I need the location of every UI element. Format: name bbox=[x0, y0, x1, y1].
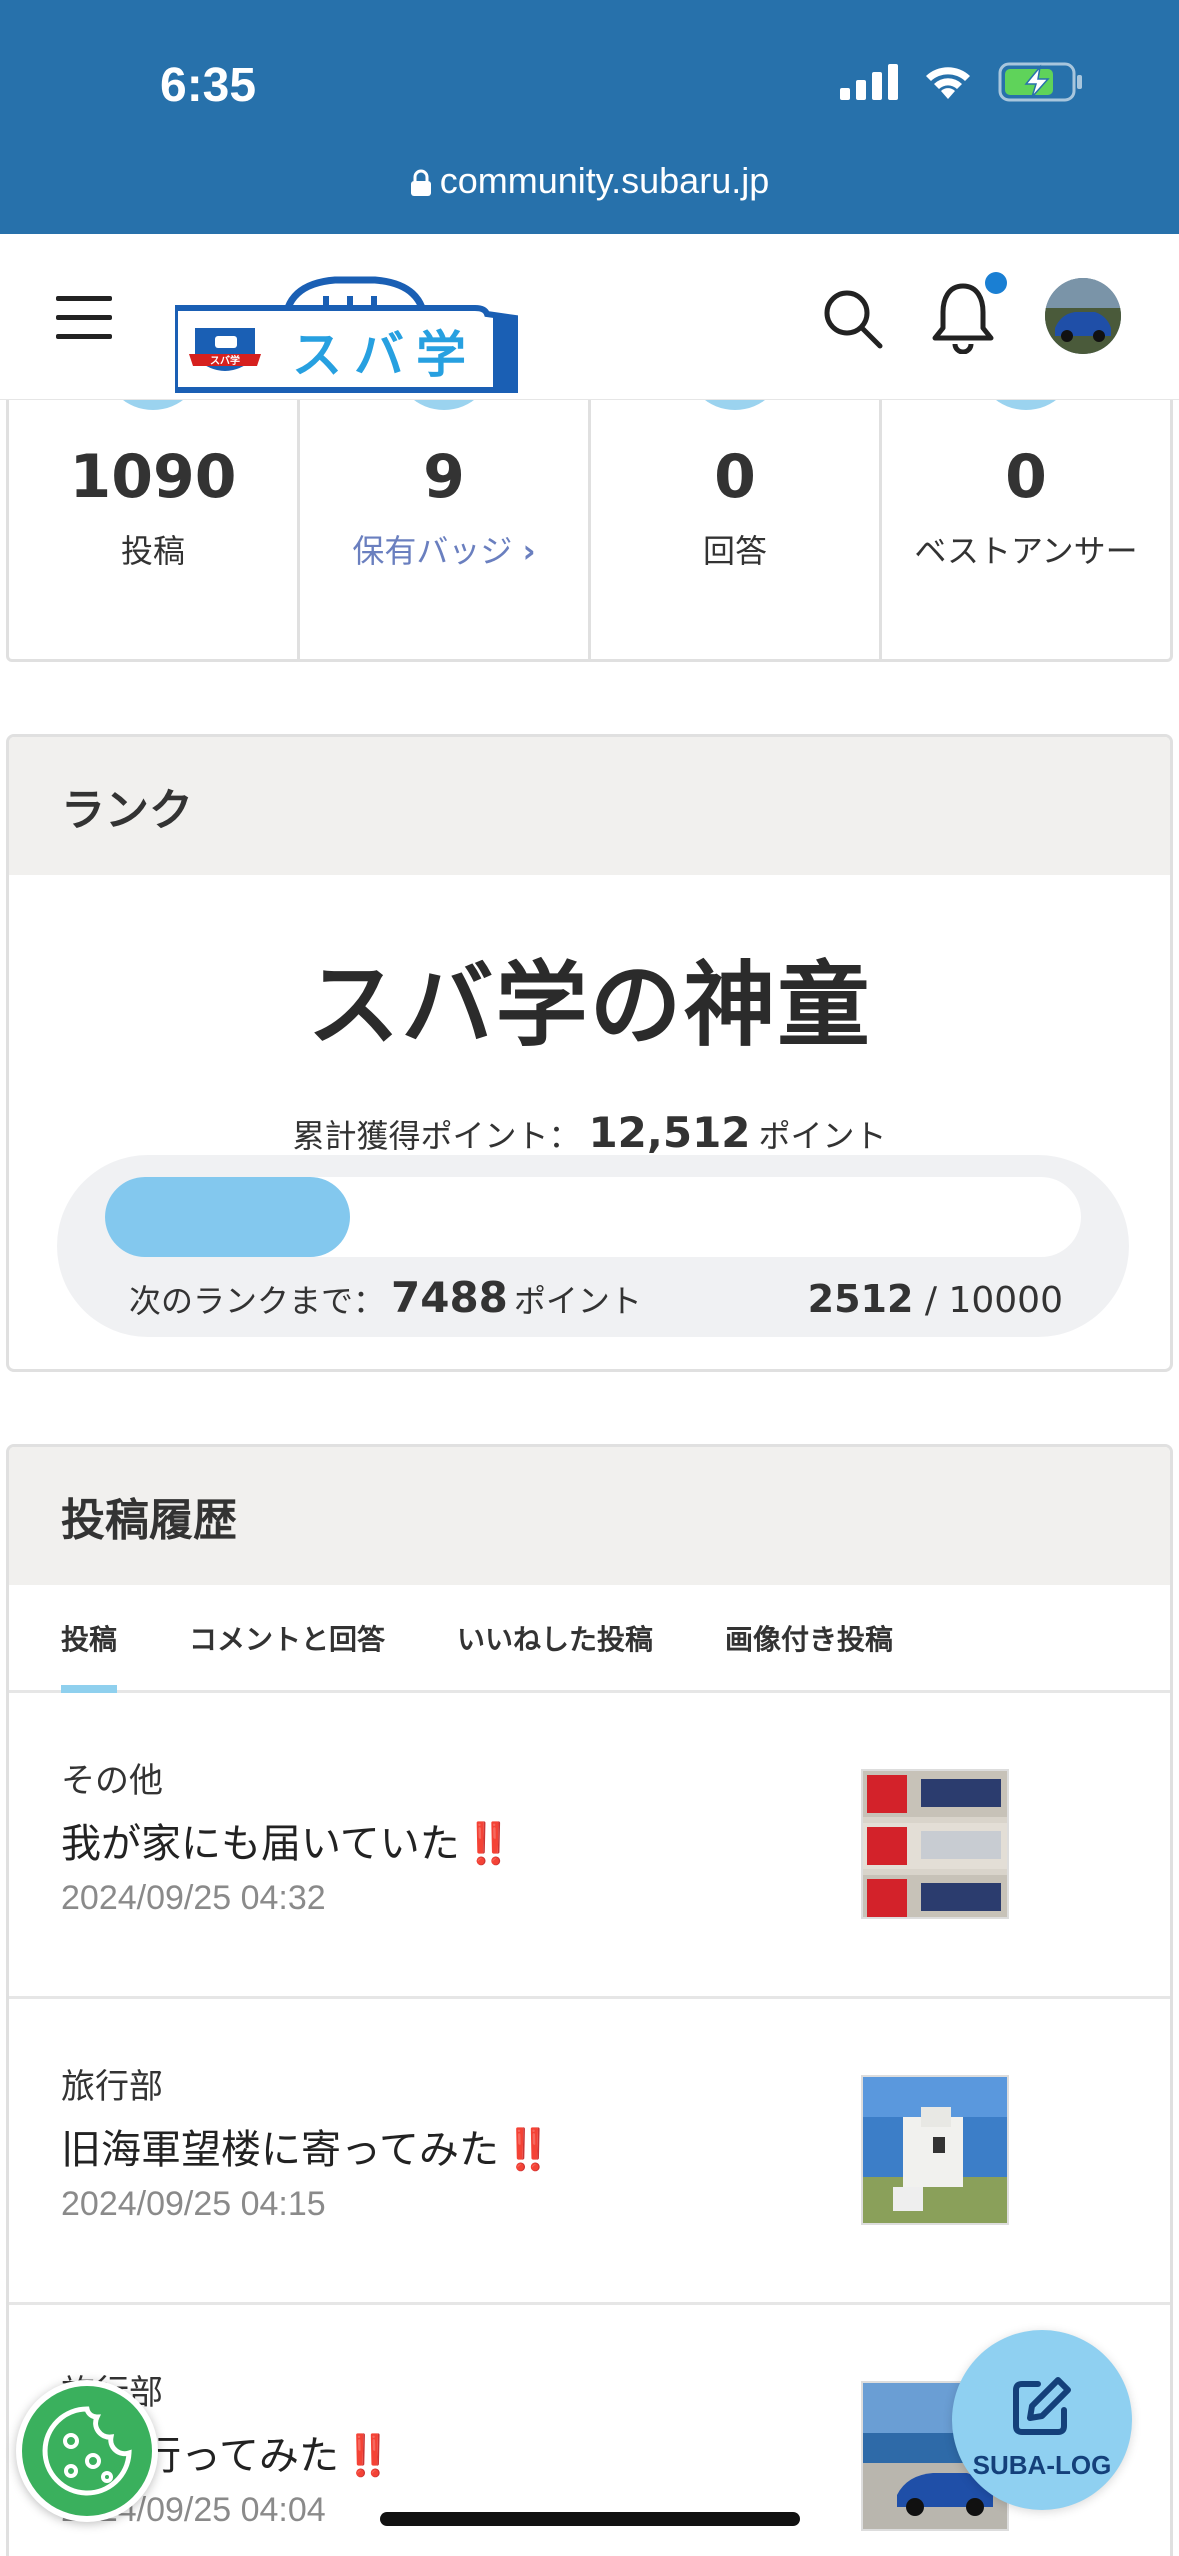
post-category: 旅行部 bbox=[61, 2067, 163, 2107]
post-thumbnail[interactable] bbox=[861, 2075, 1009, 2225]
stat-icon-arc bbox=[103, 400, 203, 410]
signal-icon bbox=[840, 64, 898, 100]
post-date: 2024/09/25 04:32 bbox=[61, 1879, 326, 1917]
stat-label: 保有バッジ bbox=[352, 532, 513, 570]
rank-panel: ランク スバ学の神童 累計獲得ポイント： 12,512 ポイント 次のランクまで： 7… bbox=[6, 734, 1173, 1372]
stat-badges[interactable]: 9 保有バッジ › bbox=[300, 400, 591, 659]
tomica-boxes-image bbox=[863, 1771, 1007, 1917]
list-item[interactable]: 旅行部 旧海軍望楼に寄ってみた ‼️ 2024/09/25 04:15 bbox=[9, 1999, 1170, 2305]
cookie-settings-button[interactable] bbox=[16, 2380, 158, 2522]
progress-current: 2512 bbox=[807, 1277, 914, 1321]
stat-posts: 1090 投稿 bbox=[9, 400, 300, 659]
stat-label: 回答 bbox=[702, 532, 767, 570]
list-item[interactable]: その他 我が家にも届いていた ‼️ 2024/09/25 04:32 bbox=[9, 1693, 1170, 1999]
stat-icon-arc bbox=[685, 400, 785, 410]
lock-icon bbox=[410, 170, 431, 197]
points-unit: ポイント bbox=[513, 1282, 642, 1320]
tab-image-posts[interactable]: 画像付き投稿 bbox=[725, 1585, 893, 1690]
rank-name: スバ学の神童 bbox=[307, 952, 872, 1059]
exclamation-emoji: ‼️ bbox=[503, 2127, 553, 2173]
history-tabs: 投稿 コメントと回答 いいねした投稿 画像付き投稿 bbox=[9, 1585, 1170, 1693]
profile-stats: 1090 投稿 9 保有バッジ › 0 回答 0 ベストアンサー bbox=[6, 400, 1173, 662]
avatar-car-image bbox=[1045, 278, 1121, 354]
wifi-icon bbox=[926, 67, 970, 99]
site-header: スバ学 スバ学 bbox=[0, 234, 1179, 400]
tab-liked-posts[interactable]: いいねした投稿 bbox=[457, 1585, 653, 1690]
post-title-text: 我が家にも届いていた bbox=[61, 1821, 460, 1867]
home-indicator[interactable] bbox=[380, 2512, 800, 2526]
stat-value: 0 bbox=[714, 442, 756, 512]
rank-progress: 次のランクまで： 7488 ポイント 2512 / 10000 bbox=[57, 1155, 1129, 1337]
menu-icon[interactable] bbox=[56, 296, 112, 340]
stat-label: 投稿 bbox=[120, 532, 185, 570]
badges-link[interactable]: 保有バッジ › bbox=[300, 526, 588, 572]
post-title-text: 旧海軍望楼に寄ってみた bbox=[61, 2127, 499, 2173]
stat-value: 0 bbox=[1005, 442, 1047, 512]
battery-charging-icon bbox=[998, 62, 1082, 102]
next-rank-label: 次のランクまで： bbox=[129, 1282, 386, 1320]
next-rank-value: 7488 bbox=[391, 1273, 508, 1322]
rank-heading: ランク bbox=[9, 737, 1170, 875]
stat-best-answers: 0 ベストアンサー bbox=[882, 400, 1170, 659]
points-unit: ポイント bbox=[758, 1117, 887, 1155]
progress-ratio: 2512 / 10000 bbox=[808, 1277, 1063, 1321]
avatar[interactable] bbox=[1045, 278, 1121, 354]
edit-icon bbox=[1013, 2377, 1071, 2435]
watchtower-image bbox=[863, 2077, 1007, 2223]
exclamation-emoji: ‼️ bbox=[463, 1821, 514, 1867]
next-rank-points: 次のランクまで： 7488 ポイント bbox=[129, 1273, 642, 1322]
tab-posts[interactable]: 投稿 bbox=[61, 1585, 118, 1693]
total-points-label: 累計獲得ポイント： bbox=[292, 1117, 581, 1155]
search-icon[interactable] bbox=[820, 286, 884, 350]
cookie-icon bbox=[42, 2406, 132, 2496]
post-date: 2024/09/25 04:15 bbox=[61, 2185, 326, 2223]
progress-sep: / bbox=[924, 1280, 938, 1321]
stat-icon-arc bbox=[976, 400, 1076, 410]
post-title[interactable]: 我が家にも届いていた ‼️ bbox=[61, 1811, 514, 1869]
url-bar[interactable]: community.subaru.jp bbox=[0, 160, 1179, 202]
post-title[interactable]: 旧海軍望楼に寄ってみた ‼️ bbox=[61, 2117, 553, 2175]
post-category: その他 bbox=[61, 1761, 163, 1801]
bell-icon[interactable] bbox=[928, 280, 998, 354]
stat-answers: 0 回答 bbox=[591, 400, 882, 659]
tab-comments-answers[interactable]: コメントと回答 bbox=[189, 1585, 385, 1690]
exclamation-emoji: ‼️ bbox=[343, 2433, 393, 2479]
progress-track bbox=[105, 1177, 1081, 1257]
suba-log-label: SUBA-LOG bbox=[972, 2450, 1112, 2480]
notification-dot bbox=[985, 272, 1007, 294]
stat-value: 1090 bbox=[69, 442, 237, 512]
status-time: 6:35 bbox=[160, 59, 257, 112]
logo-badge-text: スバ学 bbox=[210, 354, 240, 367]
status-bar: 6:35 community.subaru.jp bbox=[0, 0, 1179, 234]
post-thumbnail[interactable] bbox=[861, 1769, 1009, 1919]
status-icons bbox=[840, 62, 1084, 102]
url-text: community.subaru.jp bbox=[439, 160, 770, 201]
suba-log-button[interactable]: SUBA-LOG bbox=[952, 2330, 1132, 2510]
stat-value: 9 bbox=[423, 442, 465, 512]
progress-fill bbox=[105, 1177, 350, 1257]
stat-icon-arc bbox=[394, 400, 494, 410]
chevron-right-icon: › bbox=[522, 532, 536, 570]
history-heading: 投稿履歴 bbox=[9, 1447, 1170, 1585]
site-logo[interactable]: スバ学 スバ学 bbox=[175, 254, 520, 394]
total-points-value: 12,512 bbox=[588, 1108, 751, 1157]
total-points: 累計獲得ポイント： 12,512 ポイント bbox=[9, 1108, 1170, 1157]
logo-text: スバ学 bbox=[292, 326, 478, 384]
progress-max: 10000 bbox=[948, 1280, 1063, 1321]
stat-label: ベストアンサー bbox=[914, 532, 1138, 570]
